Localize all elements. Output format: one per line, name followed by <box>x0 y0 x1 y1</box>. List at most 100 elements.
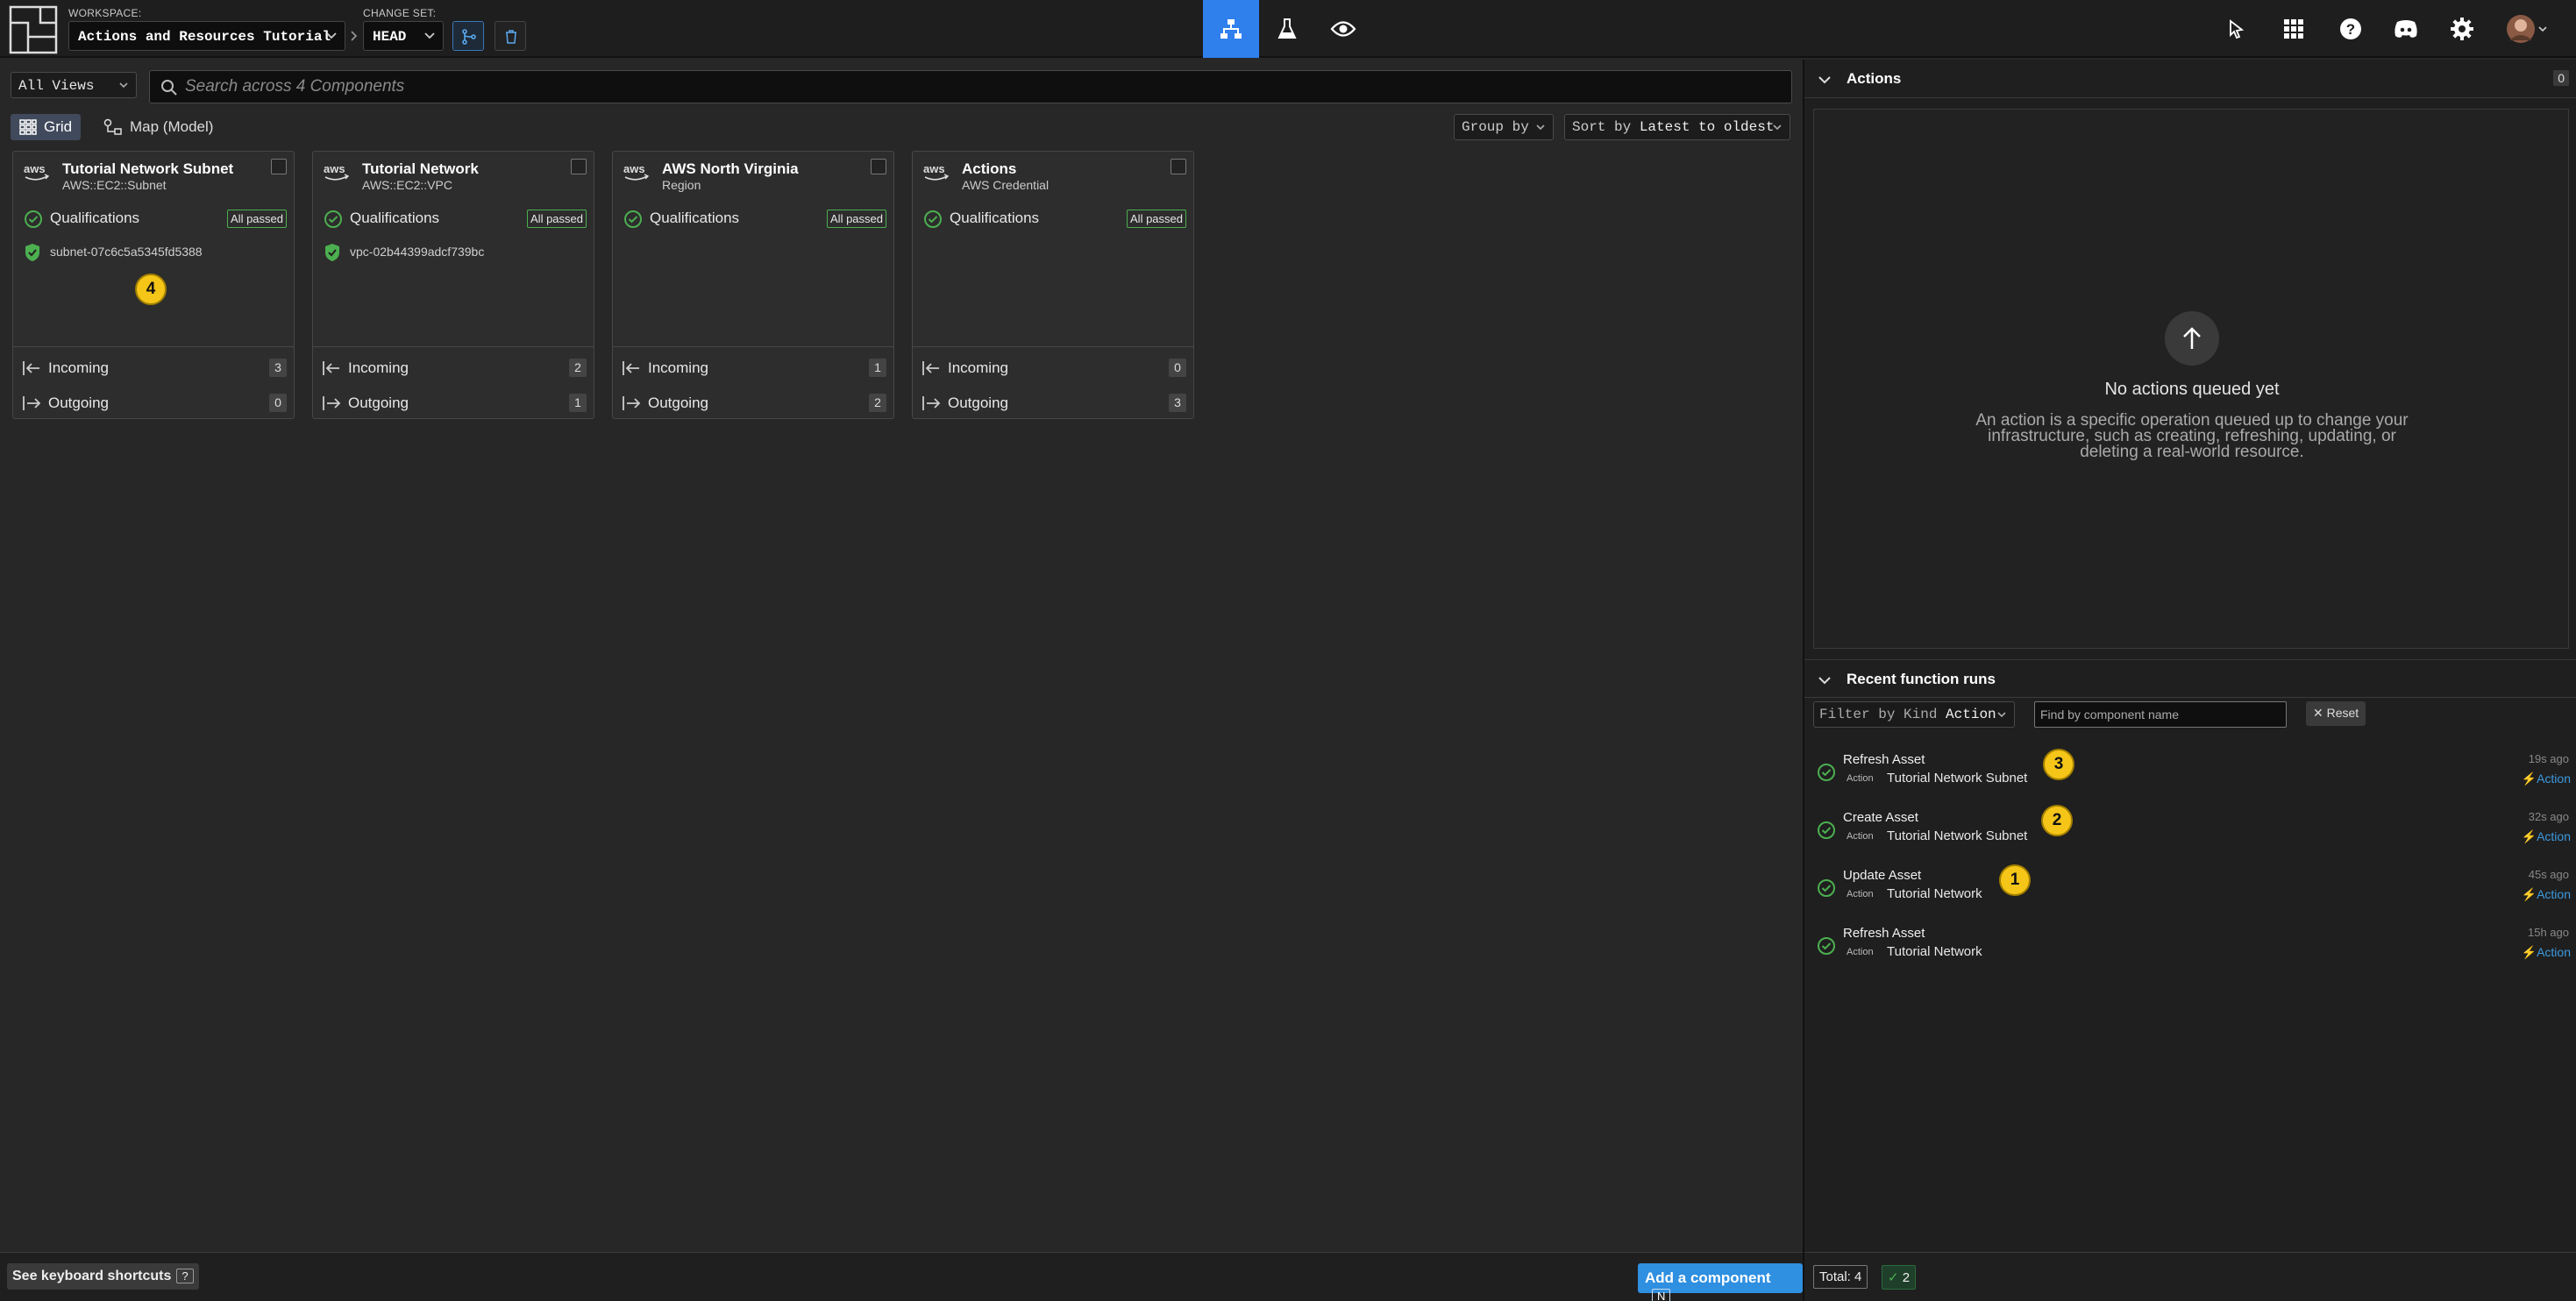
shield-check-icon <box>25 244 39 261</box>
divider <box>313 346 594 347</box>
select-checkbox[interactable] <box>571 159 587 174</box>
keyboard-shortcuts-button[interactable]: See keyboard shortcuts? <box>7 1263 199 1290</box>
actions-panel-header[interactable]: Actions 0 <box>1804 60 2576 98</box>
incoming-row[interactable]: Incoming 2 <box>322 357 587 380</box>
runs-panel-title: Recent function runs <box>1847 671 1996 687</box>
run-time: 19s ago <box>2528 752 2569 765</box>
views-select-value: All Views <box>18 78 95 94</box>
function-run-item[interactable]: Create Asset Action Tutorial Network Sub… <box>1804 801 2576 859</box>
function-run-item[interactable]: Update Asset Action Tutorial Network 45s… <box>1804 859 2576 917</box>
apps-button[interactable] <box>2279 14 2309 44</box>
outgoing-label: Outgoing <box>948 395 1008 411</box>
total-count: Total: 4 <box>1813 1265 1868 1289</box>
select-checkbox[interactable] <box>1171 159 1186 174</box>
select-checkbox[interactable] <box>271 159 287 174</box>
incoming-arrow-icon <box>323 361 339 375</box>
run-action-link[interactable]: ⚡Action <box>2522 829 2571 844</box>
incoming-row[interactable]: Incoming 3 <box>22 357 287 380</box>
card-title: Tutorial Network <box>362 160 479 177</box>
run-kind: Action <box>1847 889 1874 899</box>
card-title: Actions <box>962 160 1017 177</box>
function-run-item[interactable]: Refresh Asset Action Tutorial Network 15… <box>1804 917 2576 975</box>
run-time: 45s ago <box>2528 868 2569 881</box>
outgoing-row[interactable]: Outgoing 3 <box>922 392 1186 415</box>
run-component: Tutorial Network <box>1887 886 1982 901</box>
check-circle-icon <box>1818 821 1835 839</box>
search-icon <box>161 80 177 96</box>
run-name: Refresh Asset <box>1843 752 1925 767</box>
run-action-link[interactable]: ⚡Action <box>2522 771 2571 786</box>
chevron-right-icon <box>351 31 358 41</box>
actions-count-badge: 0 <box>2553 70 2569 86</box>
card-title: AWS North Virginia <box>662 160 799 177</box>
card-subtitle: Region <box>662 178 701 192</box>
add-component-button[interactable]: Add a component N <box>1638 1263 1803 1301</box>
chevron-down-icon <box>326 32 337 39</box>
check-circle-icon <box>1818 937 1835 955</box>
qualifications-row[interactable]: Qualifications All passed <box>24 208 287 231</box>
svg-text:?: ? <box>2346 21 2355 38</box>
outgoing-row[interactable]: Outgoing 1 <box>322 392 587 415</box>
component-search[interactable] <box>149 70 1792 103</box>
shield-check-icon <box>325 244 339 261</box>
runs-panel-header[interactable]: Recent function runs <box>1804 659 2576 698</box>
shortcut-key-hint: ? <box>176 1269 194 1283</box>
success-count: ✓ 2 <box>1882 1265 1917 1290</box>
outgoing-row[interactable]: Outgoing 2 <box>622 392 886 415</box>
component-card[interactable]: aws Actions AWS Credential Qualification… <box>912 151 1194 419</box>
sort-select[interactable]: Sort by Latest to oldest <box>1564 114 1790 140</box>
outgoing-row[interactable]: Outgoing 0 <box>22 392 287 415</box>
incoming-row[interactable]: Incoming 0 <box>922 357 1186 380</box>
grid-view-button[interactable]: Grid <box>11 114 82 140</box>
run-action-link[interactable]: ⚡Action <box>2522 887 2571 902</box>
select-checkbox[interactable] <box>871 159 886 174</box>
annotation-marker: 4 <box>135 274 167 305</box>
settings-button[interactable] <box>2447 14 2477 44</box>
abandon-changeset-button[interactable] <box>495 21 526 51</box>
qualifications-row[interactable]: Qualifications All passed <box>623 208 886 231</box>
help-button[interactable]: ? <box>2336 14 2366 44</box>
qualifications-label: Qualifications <box>950 210 1040 226</box>
changeset-select[interactable]: HEAD <box>363 21 444 51</box>
resource-id: vpc-02b44399adcf739bc <box>350 245 485 259</box>
user-menu[interactable] <box>2506 14 2548 44</box>
aws-logo-icon: aws <box>923 162 950 181</box>
tab-customize[interactable] <box>1259 0 1315 58</box>
empty-state-description: An action is a specific operation queued… <box>1975 411 2409 461</box>
search-input[interactable] <box>185 71 1763 103</box>
qualifications-label: Qualifications <box>350 210 440 226</box>
annotation-marker: 2 <box>2041 805 2073 836</box>
qualifications-row[interactable]: Qualifications All passed <box>923 208 1186 231</box>
close-icon: ✕ <box>2313 706 2323 720</box>
incoming-row[interactable]: Incoming 1 <box>622 357 886 380</box>
reset-filter-button[interactable]: ✕ Reset <box>2306 701 2366 726</box>
map-view-button[interactable]: Map (Model) <box>95 114 222 140</box>
outgoing-label: Outgoing <box>648 395 708 411</box>
find-component-input[interactable] <box>2034 701 2287 728</box>
discord-button[interactable] <box>2391 14 2421 44</box>
run-action-link[interactable]: ⚡Action <box>2522 945 2571 960</box>
workspace-select[interactable]: Actions and Resources Tutorial <box>68 21 345 51</box>
incoming-arrow-icon <box>922 361 939 375</box>
app-logo[interactable] <box>9 5 58 54</box>
arrow-up-icon <box>2165 311 2219 366</box>
component-card[interactable]: aws AWS North Virginia Region Qualificat… <box>612 151 894 419</box>
merge-changeset-button[interactable] <box>452 21 484 51</box>
component-card[interactable]: aws Tutorial Network AWS::EC2::VPC Quali… <box>312 151 594 419</box>
group-by-select[interactable]: Group by <box>1454 114 1554 140</box>
views-select[interactable]: All Views <box>11 72 137 98</box>
filter-kind-select[interactable]: Filter by Kind Action <box>1813 701 2015 728</box>
tab-model[interactable] <box>1203 0 1259 58</box>
diagram-icon <box>1220 19 1242 39</box>
cursor-mode-button[interactable] <box>2222 14 2252 44</box>
runs-status-bar: Total: 4 ✓ 2 <box>1804 1252 2576 1301</box>
qualifications-label: Qualifications <box>50 210 140 226</box>
filter-value: Action <box>1946 707 1996 722</box>
run-name: Refresh Asset <box>1843 926 1925 941</box>
incoming-count: 1 <box>869 359 886 377</box>
qualifications-row[interactable]: Qualifications All passed <box>324 208 587 231</box>
outgoing-arrow-icon <box>323 396 341 410</box>
tab-view[interactable] <box>1315 0 1371 58</box>
function-run-item[interactable]: Refresh Asset Action Tutorial Network Su… <box>1804 743 2576 801</box>
chevron-down-icon <box>1773 124 1782 131</box>
